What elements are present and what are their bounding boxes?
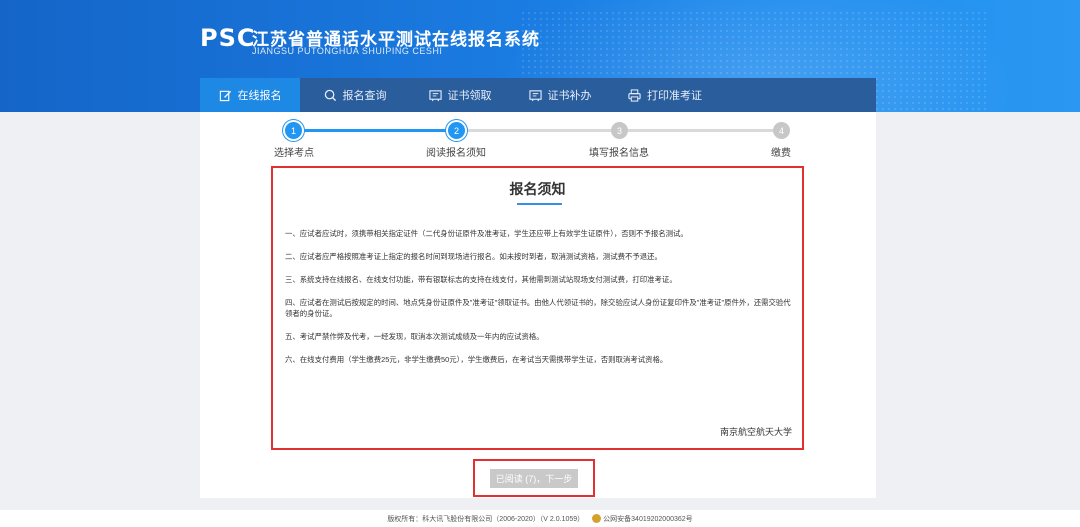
notice-paragraph: 四、应试者在测试后按规定的时间、地点凭身份证原件及"准考证"领取证书。由他人代领… xyxy=(285,298,791,318)
next-button-highlight: 已阅读 (7)，下一步 xyxy=(473,459,595,497)
notice-paragraph: 五、考试严禁作弊及代考，一经发现，取消本次测试成绩及一年内的应试资格。 xyxy=(285,332,544,341)
nav-label: 报名查询 xyxy=(342,90,387,102)
registration-notice: 报名须知 一、应试者应试时，须携带相关指定证件（二代身份证原件及准考证，学生还应… xyxy=(271,166,804,450)
page-footer: 版权所有：科大讯飞股份有限公司（2006-2020）（V 2.0.1059） 公… xyxy=(0,510,1080,527)
notice-paragraph: 一、应试者应试时，须携带相关指定证件（二代身份证原件及准考证，学生还应带上有效学… xyxy=(285,229,688,238)
notice-title: 报名须知 xyxy=(509,181,566,197)
certificate-icon xyxy=(428,89,442,101)
search-icon xyxy=(324,89,336,101)
step-1-circle: 1 xyxy=(285,122,302,139)
nav-item-certificate-reissue[interactable]: 证书补办 xyxy=(510,78,610,112)
registration-panel: 1 2 3 4 选择考点 阅读报名须知 填写报名信息 缴费 报名须知 一、应试者… xyxy=(200,112,876,498)
step-1-label: 选择考点 xyxy=(274,148,314,159)
step-3-circle: 3 xyxy=(611,122,628,139)
nav-label: 打印准考证 xyxy=(647,90,702,102)
notice-signature: 南京航空航天大学 xyxy=(719,427,792,437)
step-connector xyxy=(294,129,455,132)
icp-text: 公网安备34019202000362号 xyxy=(603,515,693,523)
progress-steps: 1 2 3 4 选择考点 阅读报名须知 填写报名信息 缴费 xyxy=(200,112,876,159)
nav-label: 证书领取 xyxy=(447,90,492,102)
title-underline xyxy=(517,203,562,205)
printer-icon xyxy=(628,88,641,102)
step-2-label: 阅读报名须知 xyxy=(426,148,486,159)
nav-item-online-registration[interactable]: 在线报名 xyxy=(200,78,300,112)
nav-label: 在线报名 xyxy=(237,90,282,102)
step-connector xyxy=(464,129,615,132)
certificate-icon xyxy=(528,89,542,101)
psc-logo: PSC xyxy=(200,24,256,52)
system-title-en: JIANGSU PUTONGHUA SHUIPING CESHI xyxy=(252,46,443,56)
nav-label: 证书补办 xyxy=(547,90,592,102)
nav-item-print-admission[interactable]: 打印准考证 xyxy=(610,78,720,112)
notice-paragraph: 二、应试者应严格按照准考证上指定的报名时间到现场进行报名。如未按时到者，取消测试… xyxy=(285,252,662,261)
edit-icon xyxy=(219,90,231,101)
copyright-text: 版权所有：科大讯飞股份有限公司（2006-2020）（V 2.0.1059） xyxy=(387,515,585,523)
next-step-button[interactable]: 已阅读 (7)，下一步 xyxy=(490,469,578,488)
step-2-circle: 2 xyxy=(448,122,465,139)
step-4-circle: 4 xyxy=(773,122,790,139)
step-4-label: 缴费 xyxy=(771,148,791,159)
notice-paragraph: 三、系统支持在线报名、在线支付功能，带有银联标志的支持在线支付，其他需到测试站现… xyxy=(285,275,677,284)
step-3-label: 填写报名信息 xyxy=(589,148,649,159)
notice-paragraph: 六、在线支付费用（学生缴费25元，非学生缴费50元），学生缴费后，在考试当天需携… xyxy=(285,355,668,364)
police-badge-icon xyxy=(592,514,602,524)
icp-record[interactable]: 公网安备34019202000362号 xyxy=(592,514,693,524)
main-nav: 在线报名 报名查询 证书领取 证书补办 打印准考证 xyxy=(200,78,876,112)
nav-item-certificate-pickup[interactable]: 证书领取 xyxy=(410,78,510,112)
step-connector xyxy=(628,129,773,132)
nav-item-registration-query[interactable]: 报名查询 xyxy=(300,78,410,112)
notice-body: 一、应试者应试时，须携带相关指定证件（二代身份证原件及准考证，学生还应带上有效学… xyxy=(285,228,795,377)
